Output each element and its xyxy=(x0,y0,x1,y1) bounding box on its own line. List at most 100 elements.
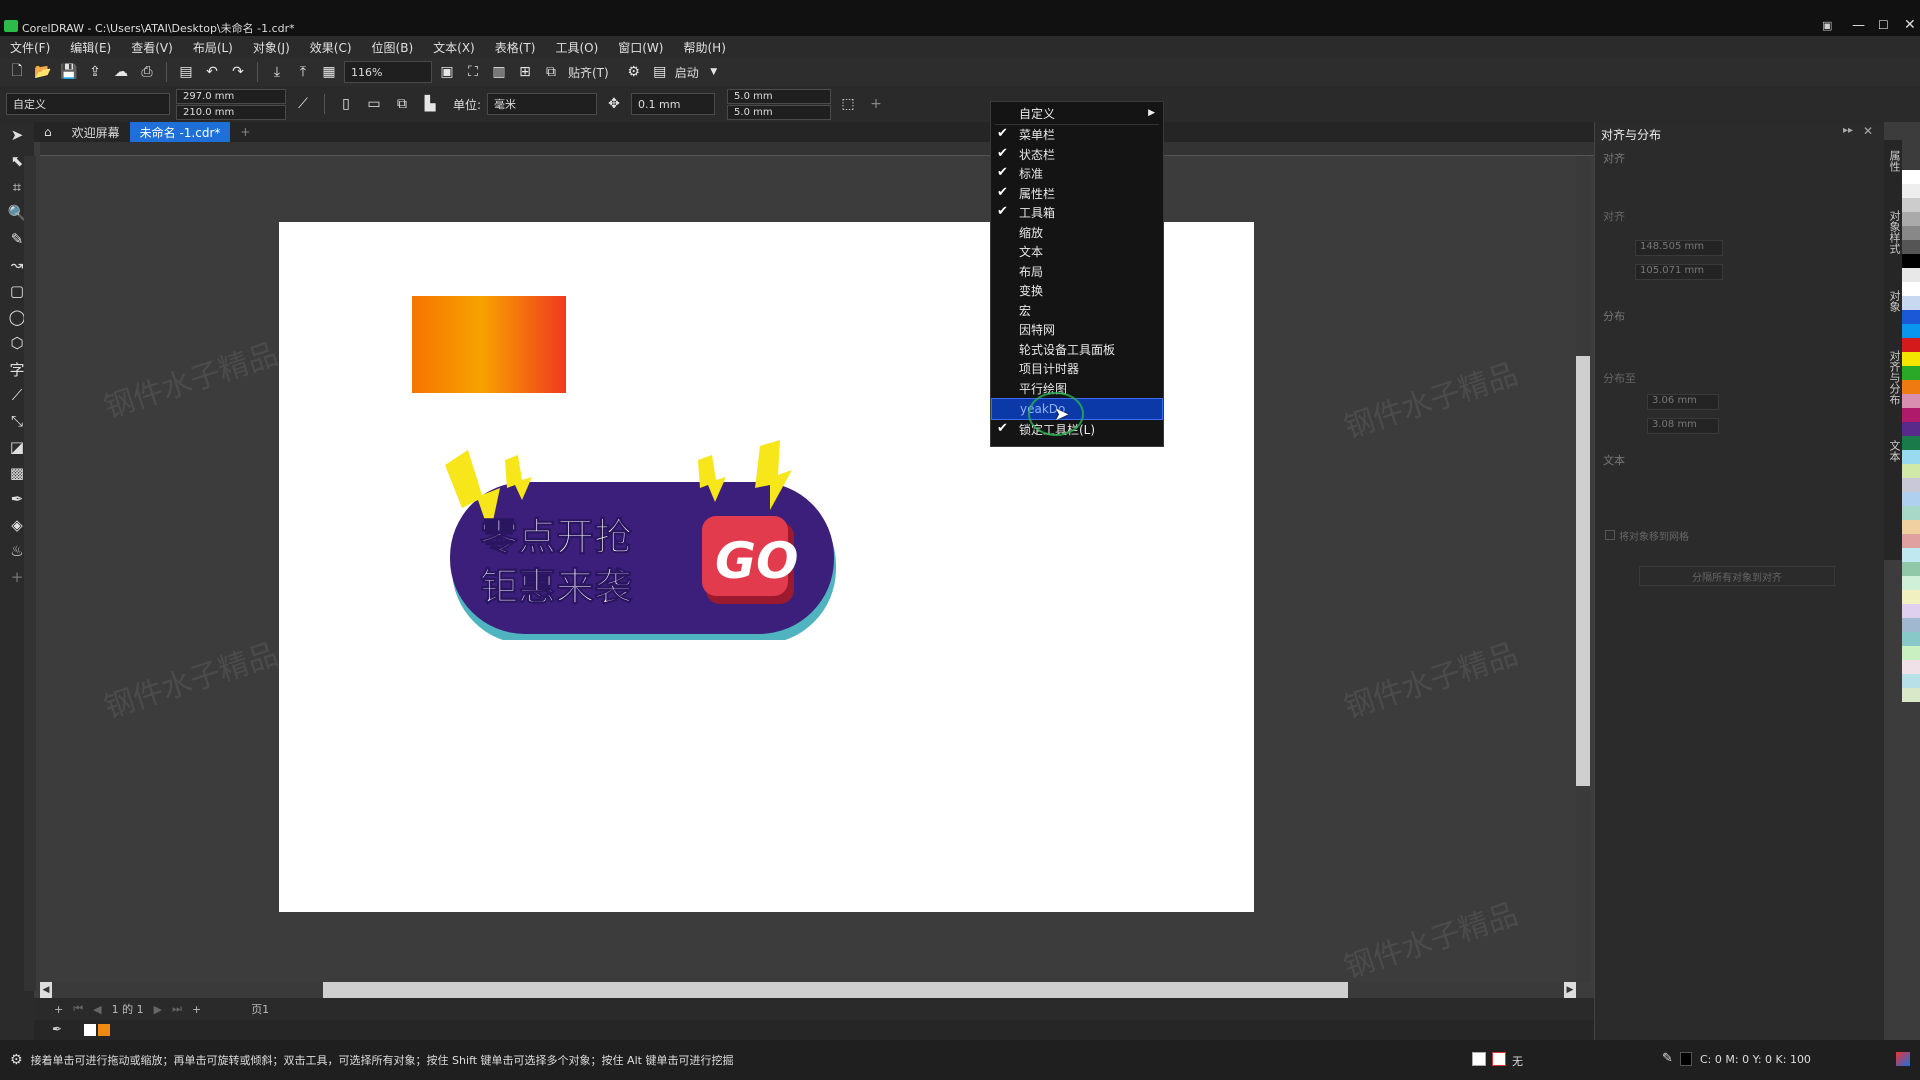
launch-button[interactable]: 启动 xyxy=(675,64,699,81)
redo-icon[interactable]: ↷ xyxy=(227,62,249,82)
color-swatch[interactable] xyxy=(1902,338,1920,352)
all-pages-icon[interactable]: ⟋ xyxy=(292,94,314,114)
rulers-icon[interactable]: ▥ xyxy=(488,62,510,82)
menu-item-7[interactable]: 布局 xyxy=(991,262,1163,282)
menu-item-9[interactable]: 宏 xyxy=(991,301,1163,321)
color-swatch[interactable] xyxy=(1902,660,1920,674)
color-swatch[interactable] xyxy=(1902,618,1920,632)
menu-view[interactable]: 查看(V) xyxy=(121,39,183,56)
paste-icon[interactable]: ▤ xyxy=(175,62,197,82)
menu-item-6[interactable]: 文本 xyxy=(991,242,1163,262)
menu-layout[interactable]: 布局(L) xyxy=(183,39,243,56)
tab-properties[interactable]: 属性 xyxy=(1886,150,1902,172)
vertical-scrollbar-thumb[interactable] xyxy=(1576,356,1590,786)
color-swatch[interactable] xyxy=(1902,408,1920,422)
add-page-icon[interactable]: + xyxy=(192,1003,201,1016)
menu-help[interactable]: 帮助(H) xyxy=(673,39,735,56)
open-icon[interactable]: 📂 xyxy=(32,62,54,82)
color-swatch[interactable] xyxy=(1902,576,1920,590)
landscape-icon[interactable]: ▭ xyxy=(363,94,385,114)
color-swatch[interactable] xyxy=(1902,268,1920,282)
full-screen-icon[interactable]: ⛶ xyxy=(462,62,484,82)
menu-object[interactable]: 对象(J) xyxy=(243,39,300,56)
color-swatch[interactable] xyxy=(1902,254,1920,268)
color-swatch[interactable] xyxy=(1902,506,1920,520)
menu-item-12[interactable]: 项目计时器 xyxy=(991,359,1163,379)
export-icon[interactable]: ⤒ xyxy=(292,62,314,82)
snap-icon[interactable]: ⧉ xyxy=(540,62,562,82)
color-swatch[interactable] xyxy=(1902,170,1920,184)
options-gear-icon[interactable]: ⚙ xyxy=(623,62,645,82)
add-page-icon[interactable]: + xyxy=(54,1003,63,1016)
color-swatch[interactable] xyxy=(1902,380,1920,394)
color-swatch[interactable] xyxy=(1902,632,1920,646)
menu-item-1[interactable]: ✔ 状态栏 xyxy=(991,145,1163,165)
bleed-icon[interactable]: ▙ xyxy=(419,94,441,114)
menu-item-10[interactable]: 因特网 xyxy=(991,320,1163,340)
color-swatch[interactable] xyxy=(1902,590,1920,604)
tab-align-distribute[interactable]: 对齐与分布 xyxy=(1886,350,1902,405)
pick-tool-icon[interactable]: ➤ xyxy=(0,122,34,148)
color-swatch[interactable] xyxy=(1902,646,1920,660)
color-swatch[interactable] xyxy=(1902,492,1920,506)
menu-edit[interactable]: 编辑(E) xyxy=(60,39,121,56)
swatch-white[interactable] xyxy=(84,1024,96,1036)
color-swatch[interactable] xyxy=(1902,548,1920,562)
zoom-level-select[interactable]: 116% xyxy=(344,61,432,83)
menu-text[interactable]: 文本(X) xyxy=(423,39,485,56)
restore-icon[interactable]: ▣ xyxy=(1822,19,1832,32)
color-swatch[interactable] xyxy=(1902,324,1920,338)
tab-objects[interactable]: 对象 xyxy=(1886,290,1902,312)
tab-page-1[interactable]: 页1 xyxy=(251,1001,269,1017)
cloud-icon[interactable]: ☁ xyxy=(110,62,132,82)
tab-current-document[interactable]: 未命名 -1.cdr* xyxy=(129,122,231,142)
undo-icon[interactable]: ↶ xyxy=(201,62,223,82)
portrait-icon[interactable]: ▯ xyxy=(335,94,357,114)
first-page-icon[interactable]: ⏮ xyxy=(73,1002,83,1016)
page-width-input[interactable]: 297.0 mm xyxy=(176,88,286,104)
spacing-h-input[interactable]: 3.06 mm xyxy=(1647,394,1719,410)
upload-icon[interactable]: ⇪ xyxy=(84,62,106,82)
position-x-input[interactable]: 148.505 mm xyxy=(1635,240,1723,256)
color-swatch[interactable] xyxy=(1902,394,1920,408)
save-icon[interactable]: 💾 xyxy=(58,62,80,82)
color-swatch[interactable] xyxy=(1902,436,1920,450)
settings-gear-icon[interactable]: ⚙ xyxy=(10,1052,23,1068)
menu-item-8[interactable]: 变换 xyxy=(991,281,1163,301)
menu-item-3[interactable]: ✔ 属性栏 xyxy=(991,184,1163,204)
menu-file[interactable]: 文件(F) xyxy=(0,39,60,56)
close-button[interactable]: ✕ xyxy=(1904,17,1916,33)
page-height-input[interactable]: 210.0 mm xyxy=(176,104,286,120)
launch-icon[interactable]: ▤ xyxy=(649,62,671,82)
position-y-input[interactable]: 105.071 mm xyxy=(1635,264,1723,280)
nudge-distance-input[interactable]: 0.1 mm xyxy=(631,93,716,115)
menu-window[interactable]: 窗口(W) xyxy=(608,39,673,56)
color-swatch[interactable] xyxy=(1902,478,1920,492)
scroll-right-icon[interactable]: ▶ xyxy=(1564,982,1576,998)
spacing-v-input[interactable]: 3.08 mm xyxy=(1647,418,1719,434)
color-swatch[interactable] xyxy=(1902,184,1920,198)
color-swatch[interactable] xyxy=(1902,688,1920,702)
page-layout-icon[interactable]: ⧉ xyxy=(391,94,413,114)
horizontal-ruler[interactable] xyxy=(40,142,1594,156)
maximize-button[interactable]: ☐ xyxy=(1878,18,1889,32)
minimize-button[interactable]: — xyxy=(1852,18,1865,33)
color-swatch[interactable] xyxy=(1902,240,1920,254)
last-page-icon[interactable]: ⏭ xyxy=(172,1002,182,1016)
color-swatch[interactable] xyxy=(1902,562,1920,576)
color-swatch[interactable] xyxy=(1902,422,1920,436)
grid-checkbox[interactable] xyxy=(1605,530,1615,540)
color-swatch[interactable] xyxy=(1902,296,1920,310)
menu-bitmaps[interactable]: 位图(B) xyxy=(362,39,424,56)
duplicate-y-input[interactable]: 5.0 mm xyxy=(727,104,832,120)
guidelines-icon[interactable]: ⊞ xyxy=(514,62,536,82)
duplicate-x-input[interactable]: 5.0 mm xyxy=(727,88,832,104)
expand-icon[interactable]: ▸▸ xyxy=(1843,125,1853,136)
color-swatch[interactable] xyxy=(1902,282,1920,296)
new-tab-icon[interactable]: + xyxy=(230,122,260,142)
tab-welcome[interactable]: 欢迎屏幕 xyxy=(62,122,130,142)
menu-table[interactable]: 表格(T) xyxy=(485,39,546,56)
color-swatch[interactable] xyxy=(1902,198,1920,212)
color-swatch[interactable] xyxy=(1902,310,1920,324)
separate-objects-button[interactable]: 分隔所有对象到对齐 xyxy=(1639,566,1835,586)
